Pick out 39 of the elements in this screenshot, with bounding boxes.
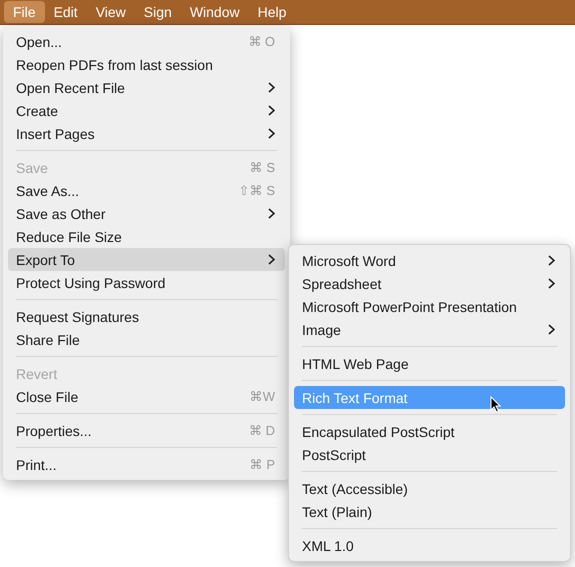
menu-item[interactable]: Properties... ⌘ D (8, 419, 285, 442)
menu-item[interactable]: Encapsulated PostScript (294, 420, 565, 443)
menu-item[interactable]: Text (Accessible) (294, 477, 565, 500)
menu-item[interactable]: Protect Using Password (8, 271, 285, 294)
menu-item[interactable]: HTML Web Page (294, 352, 565, 375)
chevron-right-icon (268, 82, 275, 93)
menu-item[interactable]: Reopen PDFs from last session (8, 53, 285, 76)
menu-bar-item[interactable]: View (86, 1, 135, 23)
menu-item[interactable]: Export To (8, 248, 285, 271)
menu-item[interactable]: Insert Pages (8, 122, 285, 145)
menu-item[interactable]: Close File ⌘W (8, 385, 285, 408)
menu-item[interactable]: Microsoft PowerPoint Presentation (294, 295, 565, 318)
menu-bar-item[interactable]: Edit (44, 1, 87, 23)
chevron-right-icon (268, 105, 275, 116)
menu-item[interactable]: Save as Other (8, 202, 285, 225)
menu-item[interactable]: PostScript (294, 443, 565, 466)
menu-item[interactable]: Save As... ⇧⌘ S (8, 179, 285, 202)
menu-item[interactable]: Print... ⌘ P (8, 453, 285, 476)
menu-item[interactable]: Text (Plain) (294, 500, 565, 523)
menu-bar-item[interactable]: Sign (134, 1, 181, 23)
menu-item[interactable]: Microsoft Word (294, 249, 565, 272)
menu-item[interactable]: Share File (8, 328, 285, 351)
menu-item[interactable]: Open Recent File (8, 76, 285, 99)
chevron-right-icon (548, 278, 555, 289)
menu-item[interactable]: Image (294, 318, 565, 341)
menu-bar-item[interactable]: Help (248, 1, 296, 23)
menu-item[interactable]: Reduce File Size (8, 225, 285, 248)
chevron-right-icon (548, 255, 555, 266)
chevron-right-icon (268, 208, 275, 219)
menu-item[interactable]: Create (8, 99, 285, 122)
menu-item[interactable]: Open... ⌘ O (8, 30, 285, 53)
menu-item[interactable]: Spreadsheet (294, 272, 565, 295)
chevron-right-icon (268, 128, 275, 139)
menu-bar-item[interactable]: Window (180, 1, 249, 23)
menu-item[interactable]: XML 1.0 (294, 534, 565, 557)
chevron-right-icon (268, 254, 275, 265)
mouse-pointer-icon (490, 396, 501, 413)
menu-item[interactable]: Request Signatures (8, 305, 285, 328)
chevron-right-icon (548, 324, 555, 335)
